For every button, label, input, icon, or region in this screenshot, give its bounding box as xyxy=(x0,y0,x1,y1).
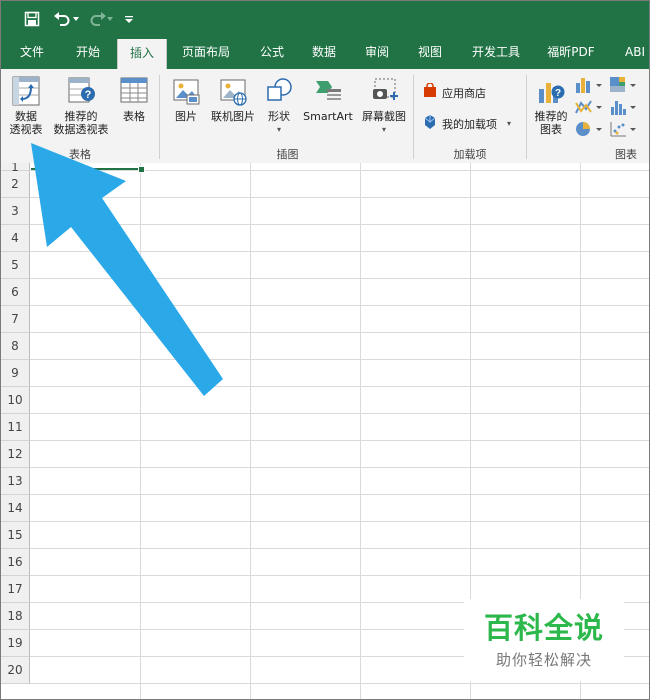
annotation-arrow-shape xyxy=(31,143,223,396)
excel-window: 文件 开始 插入 页面布局 公式 数据 审阅 视图 开发工具 福昕PDF ABI… xyxy=(0,0,650,700)
annotation-arrow xyxy=(31,143,223,396)
